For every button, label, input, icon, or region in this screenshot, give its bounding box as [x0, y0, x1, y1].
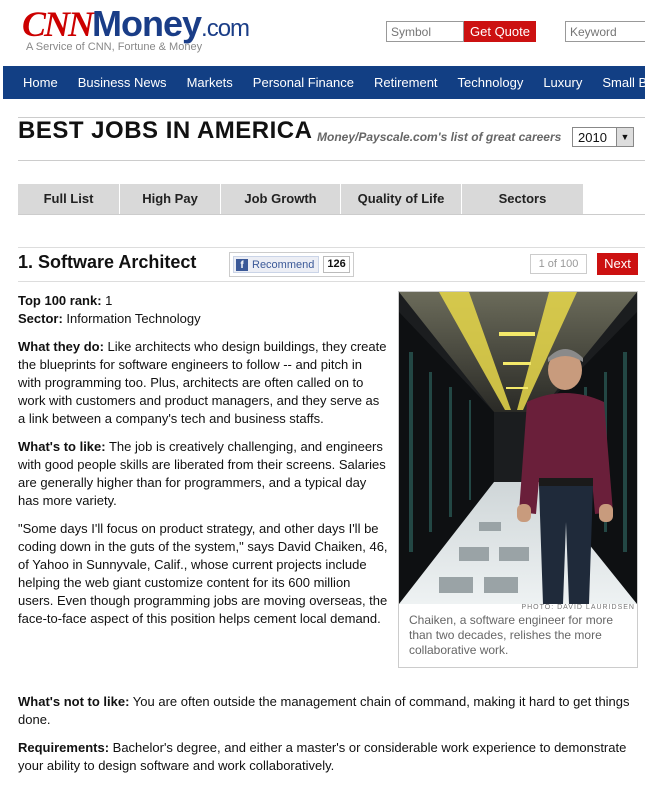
logo-tagline: A Service of CNN, Fortune & Money [26, 41, 203, 53]
nav-markets[interactable]: Markets [177, 66, 243, 99]
facebook-icon: f [236, 258, 248, 271]
page-subtitle: Money/Payscale.com's list of great caree… [317, 130, 562, 144]
page-title: BEST JOBS IN AMERICA [18, 117, 313, 144]
nav-home[interactable]: Home [3, 66, 68, 99]
requirements-paragraph: Requirements: Bachelor's degree, and eit… [18, 739, 638, 775]
main-nav: Home Business News Markets Personal Fina… [3, 66, 645, 99]
whats-to-like-paragraph: What's to like: The job is creatively ch… [18, 438, 388, 510]
tab-high-pay[interactable]: High Pay [120, 184, 221, 214]
requirements-text: Bachelor's degree, and either a master's… [18, 740, 627, 773]
photo-illustration [399, 292, 637, 604]
year-value: 2010 [578, 129, 607, 145]
whats-not-label: What's not to like: [18, 694, 130, 709]
article-body-full: What's not to like: You are often outsid… [18, 693, 638, 785]
whats-not-paragraph: What's not to like: You are often outsid… [18, 693, 638, 729]
tab-bar: Full List High Pay Job Growth Quality of… [18, 184, 584, 214]
pager-indicator: 1 of 100 [530, 254, 587, 274]
what-they-do-label: What they do: [18, 339, 104, 354]
recommend-label: Recommend [252, 258, 315, 271]
photo-data-center [399, 292, 637, 604]
chevron-down-icon[interactable]: ▼ [616, 128, 633, 146]
divider [18, 281, 645, 282]
tab-sectors[interactable]: Sectors [462, 184, 584, 214]
divider [18, 160, 645, 161]
logo-cnn: CNN [22, 4, 94, 44]
whats-to-like-label: What's to like: [18, 439, 106, 454]
rank-label: Top 100 rank: [18, 293, 102, 308]
what-they-do-paragraph: What they do: Like architects who design… [18, 338, 388, 428]
year-select[interactable]: 2010 ▼ [572, 127, 634, 147]
facebook-recommend-widget: f Recommend 126 [229, 252, 354, 277]
nav-small-business[interactable]: Small Busi [592, 66, 645, 99]
recommend-count: 126 [323, 256, 350, 273]
job-title: 1. Software Architect [18, 252, 197, 272]
next-button[interactable]: Next [597, 253, 638, 275]
photo-caption: Chaiken, a software engineer for more th… [409, 613, 614, 657]
tab-full-list[interactable]: Full List [18, 184, 120, 214]
nav-technology[interactable]: Technology [448, 66, 534, 99]
nav-retirement[interactable]: Retirement [364, 66, 448, 99]
nav-luxury[interactable]: Luxury [533, 66, 592, 99]
logo-money: Money [92, 3, 202, 44]
tab-job-growth[interactable]: Job Growth [221, 184, 341, 214]
photo-credit: PHOTO: DAVID LAURIDSEN [521, 604, 635, 611]
divider [18, 214, 645, 215]
logo-com: .com [201, 15, 250, 42]
divider [18, 247, 645, 248]
get-quote-button[interactable]: Get Quote [464, 21, 536, 42]
nav-personal-finance[interactable]: Personal Finance [243, 66, 364, 99]
symbol-input[interactable] [386, 21, 464, 42]
recommend-button[interactable]: f Recommend [233, 256, 320, 273]
quote-paragraph: "Some days I'll focus on product strateg… [18, 521, 388, 626]
keyword-search-input[interactable] [565, 21, 645, 42]
sector-label: Sector: [18, 311, 63, 326]
article-body-left: Top 100 rank: 1 Sector: Information Tech… [18, 292, 388, 638]
rank-sector-block: Top 100 rank: 1 Sector: Information Tech… [18, 292, 388, 328]
requirements-label: Requirements: [18, 740, 110, 755]
tab-quality-of-life[interactable]: Quality of Life [341, 184, 462, 214]
rank-value: 1 [101, 293, 113, 308]
nav-business-news[interactable]: Business News [68, 66, 177, 99]
sector-value: Information Technology [62, 311, 201, 326]
